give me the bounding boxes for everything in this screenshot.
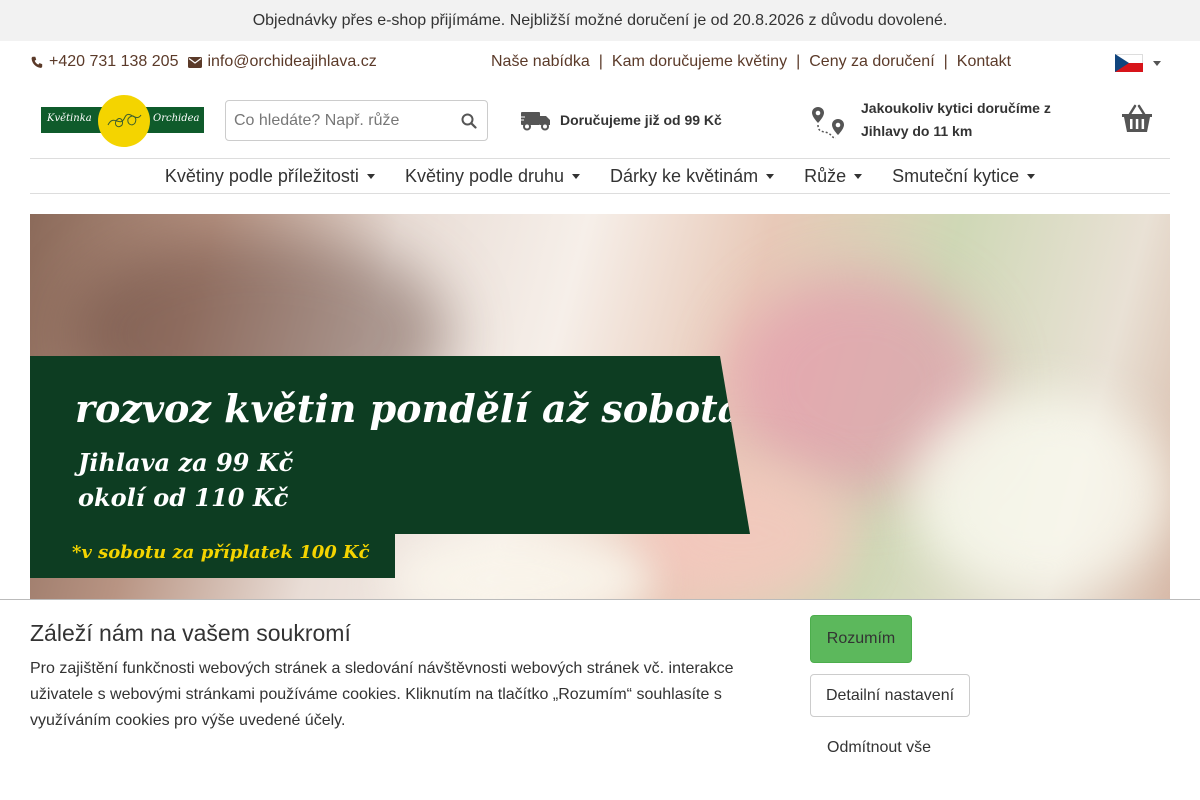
top-nav: Naše nabídka | Kam doručujeme květiny | … xyxy=(491,48,1011,76)
envelope-icon xyxy=(188,55,203,69)
chevron-down-icon xyxy=(366,173,375,179)
top-nav-offer[interactable]: Naše nabídka xyxy=(491,53,590,71)
delivery-range-text: Jakoukoliv kytici doručíme z Jihlavy do … xyxy=(861,100,1051,139)
notice-text: Objednávky přes e-shop přijímáme. Nejbli… xyxy=(252,11,948,29)
delivery-range-info: Jakoukoliv kytici doručíme z Jihlavy do … xyxy=(810,97,1101,143)
hero-headline: rozvoz květin pondělí až sobota* xyxy=(75,386,750,431)
nav-by-occasion[interactable]: Květiny podle příležitosti xyxy=(165,166,375,187)
cookie-text: Pro zajištění funkčnosti webových stráne… xyxy=(30,660,734,729)
hero-photo-flowers-cream xyxy=(390,534,650,600)
chevron-down-icon xyxy=(1027,173,1036,179)
top-nav-contact[interactable]: Kontakt xyxy=(957,53,1011,71)
search-icon xyxy=(461,113,477,129)
search-box xyxy=(225,100,488,141)
map-route-icon xyxy=(810,105,846,141)
search-input[interactable] xyxy=(226,101,451,140)
nav-label: Květiny podle příležitosti xyxy=(164,165,359,186)
cookie-settings-button[interactable]: Detailní nastavení xyxy=(810,674,970,717)
top-nav-delivery-area[interactable]: Kam doručujeme květiny xyxy=(612,53,787,71)
hero-price-surroundings: okolí od 110 Kč xyxy=(78,483,289,512)
cookie-consent-panel: Záleží nám na vašem soukromí Pro zajiště… xyxy=(0,599,1200,800)
top-nav-separator: | xyxy=(796,53,801,70)
email-address: info@orchideajihlava.cz xyxy=(207,53,377,70)
logo-text-left: Květinka xyxy=(47,113,92,124)
chevron-down-icon xyxy=(766,173,775,179)
hero-price-jihlava: Jihlava za 99 Kč xyxy=(78,448,294,477)
top-nav-delivery-prices[interactable]: Ceny za doručení xyxy=(809,53,934,71)
notice-bar: Objednávky přes e-shop přijímáme. Nejbli… xyxy=(0,0,1200,41)
main-nav: Květiny podle příležitosti Květiny podle… xyxy=(30,158,1170,194)
basket-icon xyxy=(1122,104,1152,132)
cart-button[interactable] xyxy=(1120,104,1154,134)
site-logo[interactable]: Květinka Orchidea xyxy=(41,95,204,147)
hero-photo-flowers-white xyxy=(910,394,1170,594)
nav-label: Květiny podle druhu xyxy=(404,165,565,186)
nav-by-type[interactable]: Květiny podle druhu xyxy=(404,165,581,187)
delivery-promo: Doručujeme již od 99 Kč xyxy=(520,109,722,131)
chevron-down-icon xyxy=(854,173,863,179)
czech-flag-icon xyxy=(1115,54,1143,72)
nav-label: Smuteční kytice xyxy=(892,165,1020,186)
nav-funeral[interactable]: Smuteční kytice xyxy=(892,165,1036,187)
truck-icon xyxy=(520,109,552,131)
nav-gifts[interactable]: Dárky ke květinám xyxy=(610,165,775,187)
phone-link[interactable]: +420 731 138 205 xyxy=(30,53,178,71)
hero-footnote-panel: *v sobotu za příplatek 100 Kč xyxy=(30,534,395,578)
hero-banner[interactable]: rozvoz květin pondělí až sobota* Jihlava… xyxy=(30,214,1170,600)
language-selector[interactable] xyxy=(1115,54,1161,72)
nav-label: Růže xyxy=(804,165,847,186)
cookie-title: Záleží nám na vašem soukromí xyxy=(30,620,351,646)
hero-promo-panel: rozvoz květin pondělí až sobota* Jihlava… xyxy=(30,356,750,534)
nav-roses[interactable]: Růže xyxy=(804,165,863,187)
nav-label: Dárky ke květinám xyxy=(610,165,759,186)
contact-row: +420 731 138 205 info@orchideajihlava.cz… xyxy=(30,48,1170,76)
search-button[interactable] xyxy=(451,102,487,140)
hero-footnote: *v sobotu za příplatek 100 Kč xyxy=(72,542,370,563)
cookie-accept-button[interactable]: Rozumím xyxy=(810,615,912,663)
delivery-text: Doručujeme již od 99 Kč xyxy=(560,112,722,128)
logo-circle xyxy=(98,95,150,147)
top-nav-separator: | xyxy=(598,53,603,70)
email-link[interactable]: info@orchideajihlava.cz xyxy=(188,53,377,71)
logo-text-right: Orchidea xyxy=(153,113,200,124)
phone-number: +420 731 138 205 xyxy=(49,53,179,70)
chevron-down-icon xyxy=(1153,60,1161,66)
phone-icon xyxy=(30,55,44,69)
top-nav-separator: | xyxy=(943,53,948,70)
chevron-down-icon xyxy=(572,173,581,179)
hero-headline-text: rozvoz květin pondělí až sobota xyxy=(75,386,743,431)
cookie-reject-button[interactable]: Odmítnout vše xyxy=(827,739,931,757)
